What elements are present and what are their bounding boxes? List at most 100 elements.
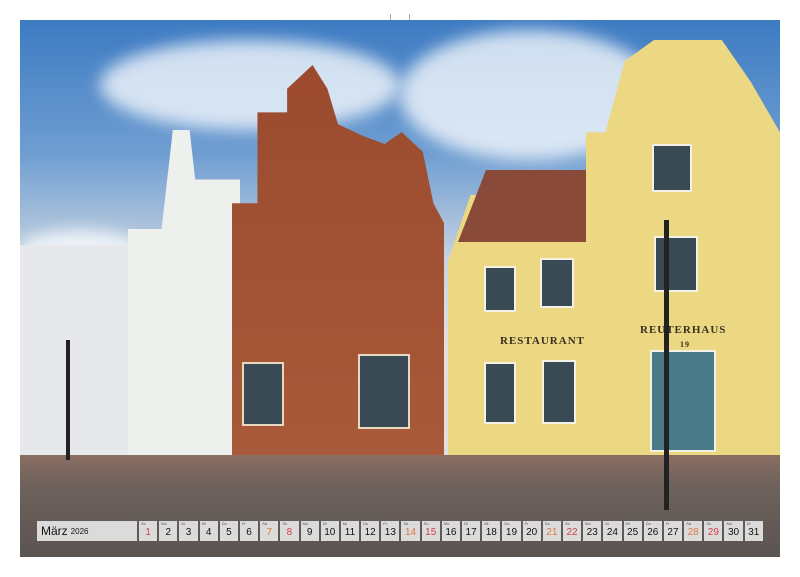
- weekday-label: So: [141, 521, 146, 527]
- day-number: 18: [486, 527, 497, 538]
- day-number: 5: [226, 527, 232, 538]
- day-cell: Sa14: [401, 521, 419, 541]
- day-number: 24: [607, 527, 618, 538]
- weekday-label: Sa: [686, 521, 691, 527]
- day-cell: So1: [139, 521, 157, 541]
- street-lamp: [664, 220, 669, 510]
- calendar-photo: RESTAURANT REUTERHAUS 19: [20, 20, 780, 557]
- day-cell: Di17: [462, 521, 480, 541]
- day-cell: Mo16: [442, 521, 460, 541]
- restaurant-sign: RESTAURANT: [500, 335, 585, 347]
- day-number: 12: [365, 527, 376, 538]
- day-number: 26: [647, 527, 658, 538]
- day-cell: Mi25: [624, 521, 642, 541]
- day-number: 30: [728, 527, 739, 538]
- day-number: 19: [506, 527, 517, 538]
- weekday-label: Di: [464, 521, 468, 527]
- day-cell: Fr27: [664, 521, 682, 541]
- weekday-label: Mi: [202, 521, 206, 527]
- weekday-label: Fr: [383, 521, 387, 527]
- day-cell: Mi18: [482, 521, 500, 541]
- weekday-label: Fr: [525, 521, 529, 527]
- day-number: 11: [345, 527, 355, 538]
- day-cell: Fr6: [240, 521, 258, 541]
- day-cell: Sa28: [684, 521, 702, 541]
- weekday-label: Mo: [444, 521, 450, 527]
- weekday-label: Sa: [403, 521, 408, 527]
- day-cell: Di24: [603, 521, 621, 541]
- day-cell: Do26: [644, 521, 662, 541]
- weekday-label: Do: [222, 521, 227, 527]
- weekday-label: So: [706, 521, 711, 527]
- month-label: März2026: [37, 521, 137, 541]
- weekday-label: Mi: [626, 521, 630, 527]
- white-building-left: [20, 245, 135, 460]
- day-number: 14: [405, 527, 416, 538]
- weekday-label: Fr: [242, 521, 246, 527]
- day-number: 2: [166, 527, 172, 538]
- roof: [458, 170, 598, 242]
- weekday-label: Di: [323, 521, 327, 527]
- weekday-label: Di: [605, 521, 609, 527]
- day-number: 20: [526, 527, 537, 538]
- day-number: 7: [266, 527, 272, 538]
- day-number: 22: [566, 527, 577, 538]
- day-cell: Mi4: [200, 521, 218, 541]
- year: 2026: [71, 527, 89, 536]
- day-cell: Fr20: [523, 521, 541, 541]
- weekday-label: Fr: [666, 521, 670, 527]
- day-cell: Mo9: [301, 521, 319, 541]
- house-number: 19: [680, 340, 690, 349]
- day-number: 31: [748, 527, 759, 538]
- weekday-label: Sa: [262, 521, 267, 527]
- weekday-label: Di: [747, 521, 751, 527]
- weekday-label: So: [424, 521, 429, 527]
- day-number: 10: [324, 527, 335, 538]
- street-lamp-left: [66, 340, 70, 460]
- day-cell: Do12: [361, 521, 379, 541]
- day-number: 17: [466, 527, 477, 538]
- reuterhaus-sign: REUTERHAUS: [640, 324, 726, 336]
- day-cell: Do19: [502, 521, 520, 541]
- white-gabled-building: [128, 130, 240, 460]
- day-number: 29: [708, 527, 719, 538]
- weekday-label: So: [565, 521, 570, 527]
- day-number: 6: [246, 527, 252, 538]
- weekday-label: Do: [504, 521, 509, 527]
- day-cell: Fr13: [381, 521, 399, 541]
- weekday-label: Mo: [726, 521, 732, 527]
- day-cell: Mi11: [341, 521, 359, 541]
- day-number: 25: [627, 527, 638, 538]
- day-number: 4: [206, 527, 212, 538]
- day-cell: Mo2: [159, 521, 177, 541]
- day-number: 15: [425, 527, 436, 538]
- day-number: 3: [186, 527, 192, 538]
- day-number: 16: [445, 527, 456, 538]
- day-cell: Di31: [745, 521, 763, 541]
- day-number: 28: [688, 527, 699, 538]
- day-number: 1: [145, 527, 151, 538]
- day-cell: Di10: [321, 521, 339, 541]
- weekday-label: Mi: [484, 521, 488, 527]
- calendar-strip: März2026 So1Mo2Di3Mi4Do5Fr6Sa7So8Mo9Di10…: [37, 521, 763, 541]
- day-number: 13: [385, 527, 396, 538]
- weekday-label: Sa: [545, 521, 550, 527]
- month-name: März: [41, 524, 68, 538]
- day-number: 27: [667, 527, 678, 538]
- weekday-label: Di: [181, 521, 185, 527]
- day-cell: Mo23: [583, 521, 601, 541]
- day-cell: Sa7: [260, 521, 278, 541]
- weekday-label: Do: [646, 521, 651, 527]
- day-cell: Do5: [220, 521, 238, 541]
- day-cell: Mo30: [724, 521, 742, 541]
- day-number: 9: [307, 527, 313, 538]
- weekday-label: Do: [363, 521, 368, 527]
- day-number: 21: [546, 527, 557, 538]
- day-number: 23: [587, 527, 598, 538]
- day-cell: So29: [704, 521, 722, 541]
- weekday-label: Mo: [303, 521, 309, 527]
- weekday-label: So: [282, 521, 287, 527]
- day-number: 8: [287, 527, 293, 538]
- day-cell: Di3: [179, 521, 197, 541]
- day-cell: So22: [563, 521, 581, 541]
